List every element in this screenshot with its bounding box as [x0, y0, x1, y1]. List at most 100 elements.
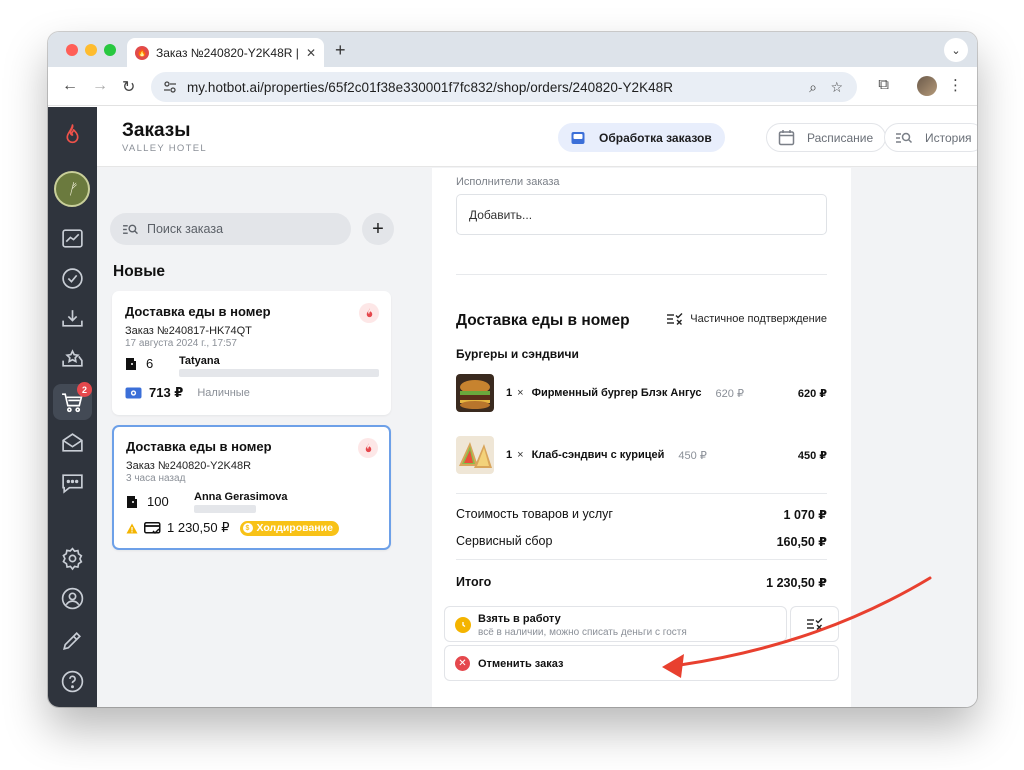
history-search-icon — [895, 129, 913, 147]
order-amount: 1 230,50 ₽ — [167, 520, 230, 535]
reload-icon[interactable]: ↻ — [122, 77, 135, 97]
clock-icon — [455, 617, 471, 633]
partial-confirm-side-button[interactable] — [790, 606, 839, 642]
browser-window: 🔥 Заказ №240820-Y2K48R | Va ✕ + ⌄ ← → ↻ … — [48, 32, 977, 707]
take-to-work-label: Взять в работу — [478, 613, 561, 625]
mail-icon[interactable] — [60, 430, 85, 455]
executors-input[interactable]: Добавить... — [456, 194, 827, 235]
item-unit-price: 450 ₽ — [678, 449, 707, 462]
site-settings-icon[interactable] — [163, 80, 177, 94]
warning-icon — [126, 523, 138, 533]
divider — [456, 274, 827, 275]
tab-label: История — [925, 130, 972, 145]
room-number: 100 — [147, 494, 169, 509]
hotbot-flame-logo-icon[interactable] — [60, 122, 85, 147]
cancel-order-button[interactable]: ✕ Отменить заказ — [444, 645, 839, 681]
tab-search-button[interactable]: ⌄ — [944, 38, 968, 62]
coin-icon: $ — [242, 523, 253, 533]
total-value: 1 230,50 ₽ — [766, 576, 827, 590]
item-qty: 1 — [506, 449, 513, 461]
payment-method: Наличные — [197, 387, 250, 399]
cancel-x-icon: ✕ — [455, 656, 470, 671]
total-label: Итого — [456, 575, 492, 589]
page-header: Заказы VALLEY HOTEL Обработка заказов Ра… — [97, 107, 977, 167]
profile-avatar[interactable] — [917, 76, 937, 96]
item-total: 450 ₽ — [797, 449, 827, 462]
order-title: Доставка еды в номер — [456, 312, 630, 329]
order-search-input[interactable]: Поиск заказа — [110, 213, 351, 245]
item-qty: 1 — [506, 387, 513, 399]
partial-confirm-button[interactable]: Частичное подтверждение — [666, 313, 827, 325]
redacted-field — [194, 505, 256, 513]
nav-rail: ᚠ 2 — [48, 107, 97, 707]
zoom-icon[interactable]: ⌕ — [809, 79, 817, 96]
order-date: 3 часа назад — [126, 473, 186, 484]
order-item: 1 × Клаб-сэндвич с курицей 450 ₽ 450 ₽ — [456, 436, 827, 474]
minimize-window-button[interactable] — [85, 44, 97, 56]
partial-confirm-label: Частичное подтверждение — [690, 313, 827, 325]
service-fee-label: Сервисный сбор — [456, 534, 553, 548]
order-card-title: Доставка еды в номер — [126, 439, 272, 454]
take-to-work-button[interactable]: Взять в работу всё в наличии, можно спис… — [444, 606, 787, 642]
room-info: 6 — [125, 356, 153, 371]
tasks-icon[interactable] — [60, 266, 85, 291]
chat-icon[interactable] — [60, 470, 85, 495]
total-row: Итого 1 230,50 ₽ — [456, 575, 827, 590]
close-tab-icon[interactable]: ✕ — [306, 46, 316, 60]
new-tab-button[interactable]: + — [335, 40, 346, 61]
service-fee-row: Сервисный сбор 160,50 ₽ — [456, 534, 827, 549]
subtotal-value: 1 070 ₽ — [783, 508, 827, 522]
search-icon — [123, 224, 138, 234]
payment-info: 1 230,50 ₽ $ Холдирование — [126, 520, 339, 536]
tab-schedule[interactable]: Расписание — [766, 123, 887, 152]
guest-name: Anna Gerasimova — [194, 491, 288, 503]
star-inbox-icon[interactable] — [60, 346, 85, 371]
order-item: 1 × Фирменный бургер Блэк Ангус 620 ₽ 62… — [456, 374, 827, 412]
download-icon[interactable] — [60, 306, 85, 331]
sandwich-image — [456, 436, 494, 474]
favicon-icon: 🔥 — [135, 45, 149, 60]
tab-label: Обработка заказов — [599, 130, 712, 145]
extensions-icon[interactable]: ⧉ — [878, 76, 889, 93]
maximize-window-button[interactable] — [104, 44, 116, 56]
page-title: Заказы — [122, 120, 191, 141]
partial-list-icon — [807, 618, 823, 630]
status-label: Холдирование — [256, 522, 333, 534]
order-card[interactable]: Доставка еды в номер Заказ №240817-HK74Q… — [112, 291, 391, 415]
order-amount: 713 ₽ — [149, 385, 184, 400]
redacted-field — [179, 369, 379, 377]
forward-icon[interactable]: → — [92, 77, 108, 95]
card-check-icon — [144, 521, 161, 534]
back-icon[interactable]: ← — [62, 77, 78, 95]
tab-history[interactable]: История — [884, 123, 977, 152]
profile-icon[interactable] — [60, 586, 85, 611]
url-text: my.hotbot.ai/properties/65f2c01f38e33000… — [187, 79, 674, 95]
tab-order-processing[interactable]: Обработка заказов — [558, 123, 725, 152]
item-total: 620 ₽ — [797, 387, 827, 400]
search-placeholder: Поиск заказа — [147, 222, 224, 236]
browser-menu-icon[interactable]: ⋮ — [948, 76, 963, 94]
cancel-order-label: Отменить заказ — [478, 658, 564, 670]
burger-image — [456, 374, 494, 412]
door-icon — [127, 495, 137, 508]
close-window-button[interactable] — [66, 44, 78, 56]
browser-tab[interactable]: 🔥 Заказ №240820-Y2K48R | Va ✕ — [127, 38, 324, 67]
order-date: 17 августа 2024 г., 17:57 — [125, 338, 237, 349]
order-card-title: Доставка еды в номер — [125, 304, 271, 319]
edit-icon[interactable] — [60, 628, 85, 653]
help-icon[interactable] — [60, 669, 85, 694]
order-card-selected[interactable]: Доставка еды в номер Заказ №240820-Y2K48… — [112, 425, 391, 550]
calendar-icon — [777, 129, 795, 147]
add-order-button[interactable]: + — [362, 213, 394, 245]
bookmark-star-icon[interactable]: ☆ — [830, 79, 843, 96]
status-badge: $ Холдирование — [239, 520, 339, 536]
guest-name: Tatyana — [179, 355, 220, 367]
browser-toolbar: ← → ↻ my.hotbot.ai/properties/65f2c01f38… — [48, 67, 977, 106]
settings-icon[interactable] — [60, 546, 85, 571]
tab-strip: 🔥 Заказ №240820-Y2K48R | Va ✕ + ⌄ — [48, 32, 977, 67]
order-detail-panel: Исполнители заказа Добавить... Доставка … — [432, 168, 851, 707]
hotel-logo-avatar[interactable]: ᚠ — [54, 171, 90, 207]
inbox-icon — [569, 129, 587, 147]
address-bar[interactable]: my.hotbot.ai/properties/65f2c01f38e33000… — [151, 72, 857, 102]
analytics-icon[interactable] — [60, 226, 85, 251]
